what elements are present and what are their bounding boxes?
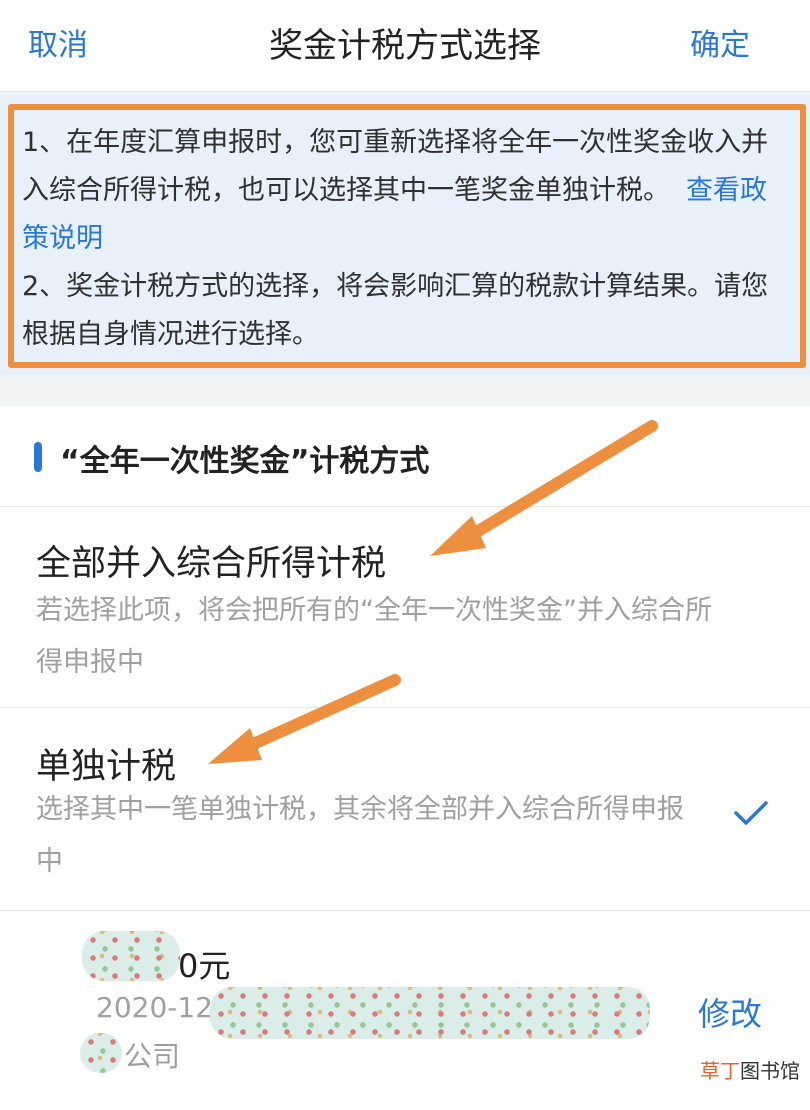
- bonus-record: 0元 2020-12 公司 修改: [0, 911, 810, 1110]
- notice-text: 1、在年度汇算申报时，您可重新选择将全年一次性奖金收入并入综合所得计税，也可以选…: [22, 119, 792, 359]
- edit-button[interactable]: 修改: [698, 989, 762, 1035]
- redacted-company: [80, 1033, 122, 1073]
- section-title: “全年一次性奖金”计税方式: [60, 444, 430, 479]
- notice-line-1: 1、在年度汇算申报时，您可重新选择将全年一次性奖金收入并入综合所得计税，也可以选…: [22, 127, 769, 206]
- watermark: 草丁图书馆: [700, 1059, 800, 1083]
- notice-panel: 1、在年度汇算申报时，您可重新选择将全年一次性奖金收入并入综合所得计税，也可以选…: [0, 95, 810, 375]
- option-description: 选择其中一笔单独计税，其余将全部并入综合所得申报中: [36, 794, 684, 877]
- page-title: 奖金计税方式选择: [269, 26, 541, 66]
- nav-header: 取消 奖金计税方式选择 确定: [0, 0, 810, 92]
- option-title: 单独计税: [36, 747, 177, 787]
- option-separate-tax[interactable]: 单独计税 选择其中一笔单独计税，其余将全部并入综合所得申报中: [0, 708, 810, 910]
- section-header: “全年一次性奖金”计税方式: [0, 406, 810, 506]
- option-title: 全部并入综合所得计税: [36, 544, 387, 584]
- option-description: 若选择此项，将会把所有的“全年一次性奖金”并入综合所得申报中: [36, 595, 712, 678]
- check-icon: [734, 801, 768, 825]
- tax-method-card: “全年一次性奖金”计税方式 全部并入综合所得计税 若选择此项，将会把所有的“全年…: [0, 406, 810, 1110]
- redacted-amount: [82, 931, 180, 981]
- notice-line-2: 2、奖金计税方式的选择，将会影响汇算的税款计算结果。请您根据自身情况进行选择。: [22, 271, 769, 350]
- section-accent-bar: [34, 442, 42, 472]
- option-merge-all[interactable]: 全部并入综合所得计税 若选择此项，将会把所有的“全年一次性奖金”并入综合所得申报…: [0, 507, 810, 707]
- bonus-amount: 0元: [178, 947, 231, 985]
- redacted-details: [210, 987, 650, 1039]
- confirm-button[interactable]: 确定: [690, 20, 750, 64]
- page: 取消 奖金计税方式选择 确定 1、在年度汇算申报时，您可重新选择将全年一次性奖金…: [0, 0, 810, 1110]
- company-name: 公司: [124, 1040, 181, 1073]
- bonus-date: 2020-12: [96, 991, 213, 1024]
